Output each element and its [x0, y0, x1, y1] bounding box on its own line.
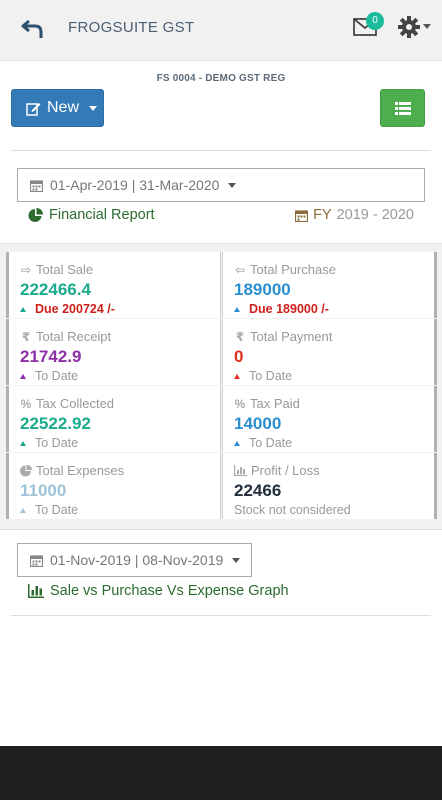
- stat-subtext: Stock not considered: [234, 503, 351, 517]
- report-date-range: 01-Apr-2019 | 31-Mar-2020: [50, 177, 220, 193]
- percent-icon: %: [234, 396, 246, 411]
- rupee-icon: ₹: [21, 329, 31, 344]
- stat-value: 222466.4: [20, 280, 91, 299]
- stat-label: Total Purchase: [250, 262, 336, 277]
- calendar-icon: [30, 179, 43, 192]
- app-title: FROGSUITE GST: [68, 19, 195, 36]
- stat-profit-loss[interactable]: Profit / Loss 22466 Stock not considered: [222, 453, 437, 519]
- app-bar: FROGSUITE GST 0: [0, 0, 442, 61]
- new-button-label: New: [47, 99, 80, 116]
- stat-value: 189000: [234, 280, 291, 299]
- stat-subtext: To Date: [35, 436, 79, 450]
- gear-icon[interactable]: [397, 15, 421, 39]
- caret-up-icon: [20, 507, 26, 513]
- stat-tax-paid[interactable]: % Tax Paid 14000 To Date: [222, 386, 437, 452]
- list-view-button[interactable]: [380, 89, 425, 127]
- caret-up-icon: [20, 373, 26, 379]
- stat-value: 0: [234, 347, 244, 366]
- caret-up-icon: [20, 440, 26, 446]
- stat-subtext: To Date: [249, 369, 293, 383]
- stat-tax-collected[interactable]: % Tax Collected 22522.92 To Date: [6, 386, 221, 452]
- stats-grid: ⇨ Total Sale 222466.4 Due 200724 /- ⇦ Tota…: [0, 243, 442, 530]
- stat-value: 22466: [234, 481, 282, 500]
- caret-down-icon: [228, 182, 237, 188]
- stat-subtext: To Date: [249, 436, 293, 450]
- financial-report-link[interactable]: Financial Report: [28, 207, 155, 223]
- financial-report-label: Financial Report: [49, 207, 155, 223]
- stat-total-payment[interactable]: ₹ Total Payment 0 To Date: [222, 319, 437, 385]
- pie-chart-icon: [20, 464, 32, 476]
- chevron-down-icon[interactable]: [423, 24, 431, 29]
- stat-subtext: Due 200724 /-: [35, 302, 115, 316]
- edit-icon: [26, 102, 41, 116]
- graph-date-range: 01-Nov-2019 | 08-Nov-2019: [50, 552, 224, 568]
- back-arrow-icon[interactable]: [20, 16, 46, 42]
- notification-badge: 0: [366, 12, 384, 30]
- graph-link-label: Sale vs Purchase Vs Expense Graph: [50, 583, 289, 599]
- caret-up-icon: [20, 306, 26, 312]
- financial-year: FY 2019 - 2020: [295, 207, 414, 223]
- caret-down-icon: [89, 105, 98, 111]
- graph-date-range-select[interactable]: 01-Nov-2019 | 08-Nov-2019: [17, 543, 252, 577]
- sign-out-icon: ⇨: [20, 262, 32, 277]
- list-icon: [394, 101, 411, 115]
- stat-total-purchase[interactable]: ⇦ Total Purchase 189000 Due 189000 /-: [222, 252, 437, 318]
- stat-subtext: To Date: [35, 503, 79, 517]
- caret-up-icon: [234, 373, 240, 379]
- stat-value: 11000: [20, 481, 67, 500]
- calendar-icon: [30, 554, 43, 567]
- caret-up-icon: [234, 306, 240, 312]
- stat-total-receipt[interactable]: ₹ Total Receipt 21742.9 To Date: [6, 319, 221, 385]
- stat-value: 22522.92: [20, 414, 91, 433]
- stat-subtext: To Date: [35, 369, 79, 383]
- rupee-icon: ₹: [235, 329, 245, 344]
- stat-label: Profit / Loss: [251, 463, 320, 478]
- caret-up-icon: [234, 440, 240, 446]
- fy-label: FY: [313, 207, 332, 223]
- stat-label: Tax Collected: [36, 396, 115, 411]
- divider: [11, 615, 431, 616]
- stat-label: Total Sale: [36, 262, 94, 277]
- stat-label: Total Expenses: [36, 463, 125, 478]
- stat-total-sale[interactable]: ⇨ Total Sale 222466.4 Due 200724 /-: [6, 252, 221, 318]
- stat-label: Total Receipt: [36, 329, 112, 344]
- stat-value: 21742.9: [20, 347, 82, 366]
- bar-chart-icon: [28, 584, 44, 598]
- stat-value: 14000: [234, 414, 282, 433]
- percent-icon: %: [20, 396, 32, 411]
- bar-chart-icon: [234, 465, 247, 476]
- stat-label: Total Payment: [250, 329, 333, 344]
- calendar-icon: [295, 209, 309, 222]
- report-date-range-select[interactable]: 01-Apr-2019 | 31-Mar-2020: [17, 168, 425, 202]
- stat-total-expenses[interactable]: Total Expenses 11000 To Date: [6, 453, 221, 519]
- fy-value: 2019 - 2020: [336, 207, 414, 223]
- stat-subtext: Due 189000 /-: [249, 302, 329, 316]
- stat-label: Tax Paid: [250, 396, 300, 411]
- new-button[interactable]: New: [11, 89, 104, 127]
- caret-down-icon: [232, 557, 241, 563]
- sale-purchase-expense-graph-link[interactable]: Sale vs Purchase Vs Expense Graph: [28, 583, 289, 599]
- pie-chart-icon: [28, 207, 43, 222]
- divider: [11, 150, 431, 151]
- registration-label: FS 0004 - DEMO GST REG: [156, 73, 286, 84]
- sign-in-icon: ⇦: [234, 262, 246, 277]
- navigation-bar: [0, 746, 442, 800]
